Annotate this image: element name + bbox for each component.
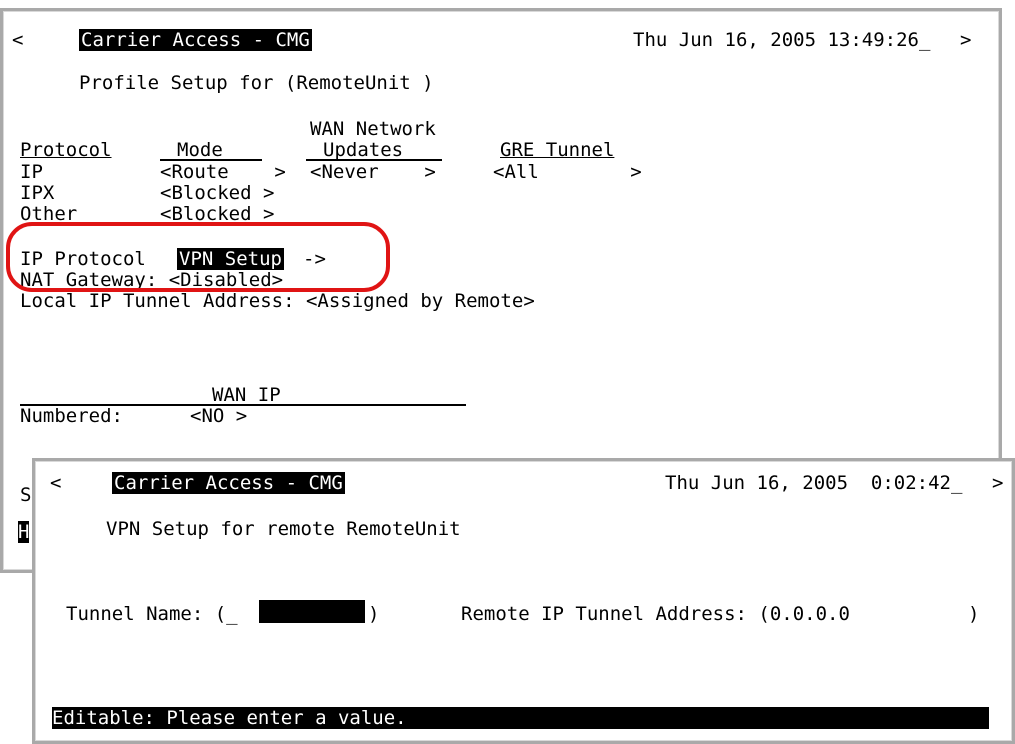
tunnel-name-close: )	[368, 603, 380, 625]
wan-ip-header: WAN IP	[212, 384, 281, 406]
back-left-arrow[interactable]: <	[12, 29, 23, 51]
back-datetime: Thu Jun 16, 2005 13:49:26_	[633, 29, 931, 51]
tunnel-name-input[interactable]	[259, 600, 365, 623]
tunnel-name-label: Tunnel Name: (_	[66, 603, 238, 625]
status-message: Editable: Please enter a value.	[52, 707, 407, 729]
remote-ip-tunnel-field[interactable]: Remote IP Tunnel Address: (0.0.0.0	[461, 603, 850, 625]
front-datetime: Thu Jun 16, 2005 0:02:42_	[665, 472, 963, 494]
col-header-gre-tunnel: GRE Tunnel	[500, 139, 615, 161]
row-ip-protocol: IP	[20, 161, 43, 183]
local-ip-tunnel-field[interactable]: Local IP Tunnel Address: <Assigned by Re…	[20, 290, 535, 312]
front-right-arrow[interactable]: >	[992, 472, 1003, 494]
row-ip-gre[interactable]: <All >	[493, 161, 642, 183]
highlight-circle	[6, 222, 390, 292]
back-app-title: Carrier Access - CMG	[79, 29, 312, 51]
remote-ip-close: )	[968, 603, 980, 625]
col-header-mode: Mode	[177, 139, 223, 161]
col-header-wan-network: WAN Network	[310, 118, 436, 140]
numbered-value[interactable]: <NO >	[190, 405, 247, 427]
profile-setup-heading: Profile Setup for (RemoteUnit )	[79, 72, 434, 94]
vpn-setup-window	[32, 458, 1015, 744]
col-header-updates: Updates	[323, 139, 404, 161]
row-ip-updates[interactable]: <Never >	[310, 161, 436, 183]
front-app-title: Carrier Access - CMG	[112, 472, 345, 494]
row-ipx-protocol: IPX	[20, 182, 55, 204]
row-ipx-mode[interactable]: <Blocked >	[160, 182, 274, 204]
partial-s-text: S	[20, 484, 32, 506]
numbered-label: Numbered:	[20, 405, 123, 427]
front-left-arrow[interactable]: <	[50, 472, 61, 494]
row-ip-mode[interactable]: <Route >	[160, 161, 286, 183]
col-header-protocol: Protocol	[20, 139, 112, 161]
vpn-setup-heading: VPN Setup for remote RemoteUnit	[106, 518, 461, 540]
partial-h-text: H	[18, 521, 30, 543]
back-right-arrow[interactable]: >	[960, 29, 971, 51]
